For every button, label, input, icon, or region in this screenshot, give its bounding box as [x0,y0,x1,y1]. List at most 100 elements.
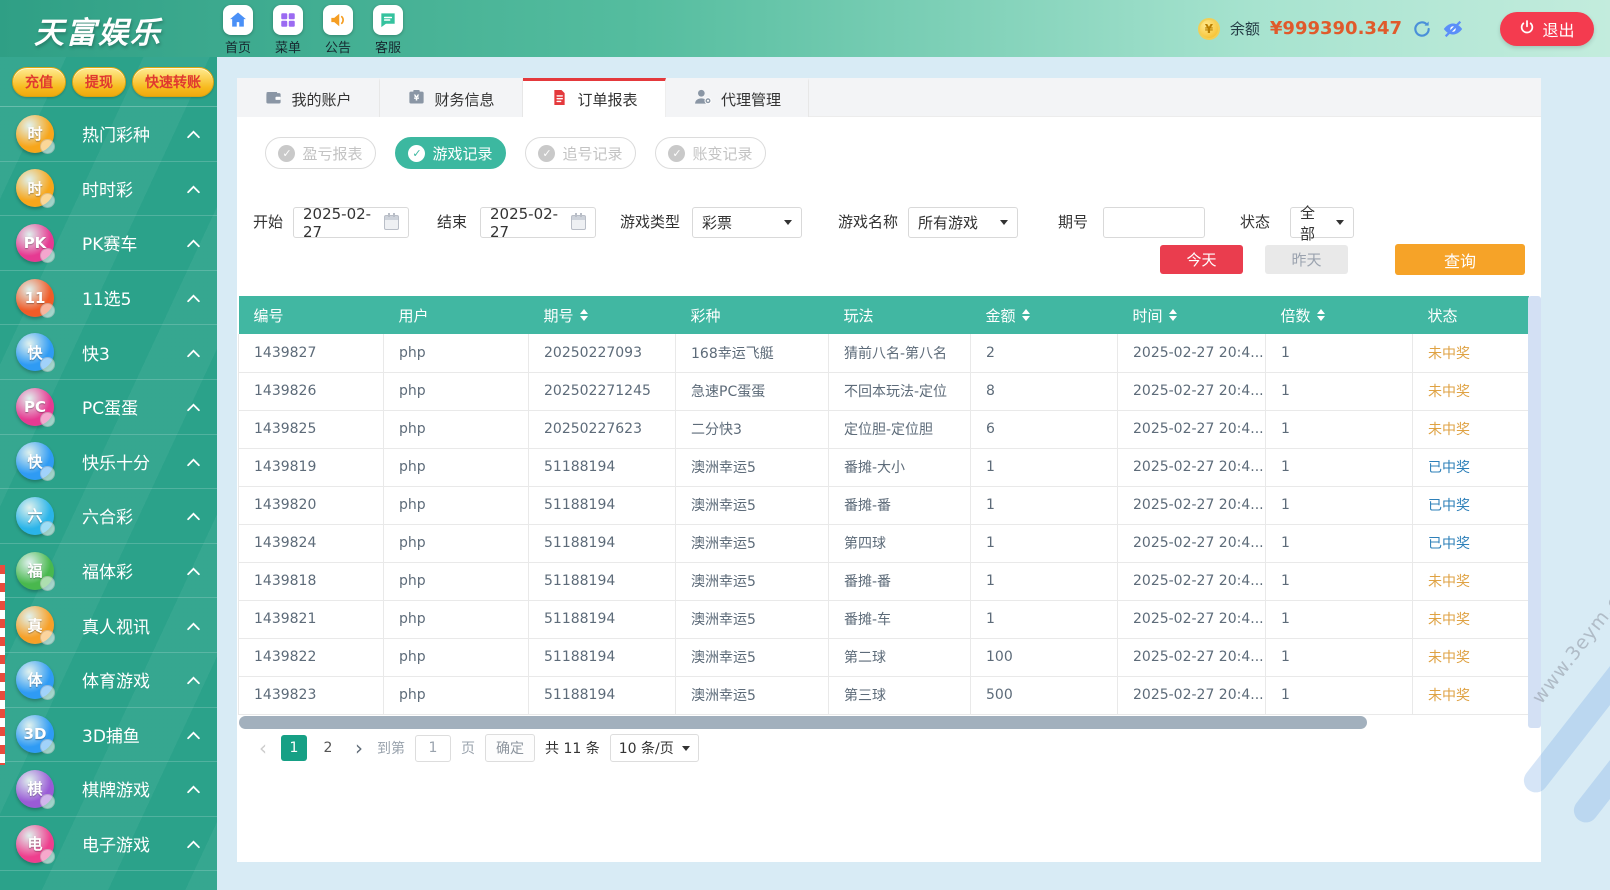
cell-issue: 51188194 [529,524,676,562]
cell-id: 1439823 [239,676,384,714]
cell-amount: 1 [971,486,1118,524]
table-row[interactable]: 1439824php51188194澳洲幸运5第四球12025-02-27 20… [239,524,1529,562]
top-header: 天富娱乐 首页菜单公告客服 ¥ 余额 ¥999390.347 退出 [0,0,1610,57]
chevron-up-icon[interactable] [186,670,201,689]
subtab-pill[interactable]: ✓账变记录 [655,137,766,169]
status-select[interactable]: 全部 [1290,207,1354,238]
sort-icon[interactable] [580,309,588,321]
sidebar-item[interactable]: 快快乐十分 [0,435,217,490]
sidebar-item[interactable]: 六六合彩 [0,489,217,544]
column-header[interactable]: 期号 [529,296,676,334]
end-date-input[interactable]: 2025-02-27 [480,207,596,238]
table-row[interactable]: 1439826php202502271245急速PC蛋蛋不回本玩法-定位8202… [239,372,1529,410]
lottery-ball-icon: 福 [16,552,54,590]
goto-page-input[interactable] [415,735,451,762]
start-date-input[interactable]: 2025-02-27 [293,207,409,238]
column-header[interactable]: 倍数 [1266,296,1413,334]
column-header[interactable]: 时间 [1118,296,1266,334]
cell-time: 2025-02-27 20:4... [1118,600,1266,638]
quick-button[interactable]: 提现 [72,67,126,97]
cell-amount: 8 [971,372,1118,410]
logout-button[interactable]: 退出 [1500,12,1594,46]
refresh-icon[interactable] [1412,19,1432,39]
sidebar-item[interactable]: 3D3D捕鱼 [0,708,217,763]
sidebar-item[interactable]: PKPK赛车 [0,216,217,271]
sidebar-item[interactable]: 体体育游戏 [0,653,217,708]
chevron-up-icon[interactable] [186,233,201,252]
subtab-pill[interactable]: ✓盈亏报表 [265,137,376,169]
cell-play: 第三球 [829,676,971,714]
chevron-up-icon[interactable] [186,616,201,635]
table-row[interactable]: 1439827php20250227093168幸运飞艇猜前八名-第八名2202… [239,334,1529,372]
prev-page-icon[interactable]: ‹ [255,735,271,761]
game-type-select[interactable]: 彩票 [692,207,802,238]
sidebar-item[interactable]: 时时时彩 [0,162,217,217]
table-row[interactable]: 1439822php51188194澳洲幸运5第二球1002025-02-27 … [239,638,1529,676]
chevron-up-icon[interactable] [186,561,201,580]
table-row[interactable]: 1439825php20250227623二分快3定位胆-定位胆62025-02… [239,410,1529,448]
cell-time: 2025-02-27 20:4... [1118,638,1266,676]
quick-button[interactable]: 快速转账 [132,67,214,97]
table-vertical-scrollbar[interactable] [1528,296,1541,728]
eye-off-icon[interactable] [1442,18,1464,40]
page-number[interactable]: 2 [315,735,341,761]
subtab-pill[interactable]: ✓游戏记录 [395,137,506,169]
chevron-up-icon[interactable] [186,506,201,525]
sort-icon[interactable] [1317,309,1325,321]
column-header[interactable]: 金额 [971,296,1118,334]
sort-icon[interactable] [1169,309,1177,321]
table-horizontal-scrollbar[interactable] [239,716,1367,729]
sidebar-item[interactable]: 电电子游戏 [0,817,217,872]
nav-item-home[interactable]: 首页 [218,5,258,56]
table-row[interactable]: 1439821php51188194澳洲幸运5番摊-车12025-02-27 2… [239,600,1529,638]
subtab-pill[interactable]: ✓追号记录 [525,137,636,169]
table-row[interactable]: 1439820php51188194澳洲幸运5番摊-番12025-02-27 2… [239,486,1529,524]
cell-user: php [384,334,529,372]
chevron-up-icon[interactable] [186,725,201,744]
chevron-up-icon[interactable] [186,288,201,307]
page-number[interactable]: 1 [281,735,307,761]
issue-input[interactable] [1103,207,1205,238]
game-name-select[interactable]: 所有游戏 [908,207,1018,238]
sidebar-item[interactable]: 1111选5 [0,271,217,326]
tab-label: 订单报表 [577,89,637,110]
tab-agent[interactable]: 代理管理 [666,78,809,117]
sidebar-item-label: 电子游戏 [82,831,186,856]
sidebar-item[interactable]: 时热门彩种 [0,107,217,162]
subtab-label: 游戏记录 [432,143,492,164]
next-page-icon[interactable]: › [351,735,367,761]
cell-amount: 1 [971,448,1118,486]
table-row[interactable]: 1439818php51188194澳洲幸运5番摊-番12025-02-27 2… [239,562,1529,600]
yesterday-button[interactable]: 昨天 [1265,245,1348,274]
chevron-up-icon[interactable] [186,452,201,471]
sidebar-item[interactable]: 真真人视讯 [0,598,217,653]
goto-confirm-button[interactable]: 确定 [485,734,535,762]
chevron-up-icon[interactable] [186,179,201,198]
main-tabbar: 我的账户¥财务信息 订单报表 代理管理 [237,78,1541,117]
chevron-up-icon[interactable] [186,343,201,362]
chevron-up-icon[interactable] [186,779,201,798]
sidebar-item[interactable]: 快快3 [0,325,217,380]
table-row[interactable]: 1439819php51188194澳洲幸运5番摊-大小12025-02-27 … [239,448,1529,486]
today-button[interactable]: 今天 [1160,245,1243,274]
brand-logo[interactable]: 天富娱乐 [34,8,162,52]
nav-item-support-chat[interactable]: 客服 [368,5,408,56]
chevron-up-icon[interactable] [186,397,201,416]
chevron-up-icon[interactable] [186,834,201,853]
cell-issue: 51188194 [529,562,676,600]
logout-label: 退出 [1542,17,1574,41]
sidebar-item[interactable]: PCPC蛋蛋 [0,380,217,435]
tab-finance[interactable]: ¥财务信息 [380,78,523,117]
tab-report[interactable]: 订单报表 [523,78,666,117]
nav-item-menu-grid[interactable]: 菜单 [268,5,308,56]
nav-item-announcement[interactable]: 公告 [318,5,358,56]
per-page-select[interactable]: 10 条/页 [610,734,699,762]
quick-button[interactable]: 充值 [12,67,66,97]
sidebar-item[interactable]: 福福体彩 [0,544,217,599]
table-row[interactable]: 1439823php51188194澳洲幸运5第三球5002025-02-27 … [239,676,1529,714]
tab-wallet[interactable]: 我的账户 [237,78,380,117]
search-button[interactable]: 查询 [1395,244,1525,275]
sort-icon[interactable] [1022,309,1030,321]
chevron-up-icon[interactable] [186,124,201,143]
sidebar-item[interactable]: 棋棋牌游戏 [0,762,217,817]
